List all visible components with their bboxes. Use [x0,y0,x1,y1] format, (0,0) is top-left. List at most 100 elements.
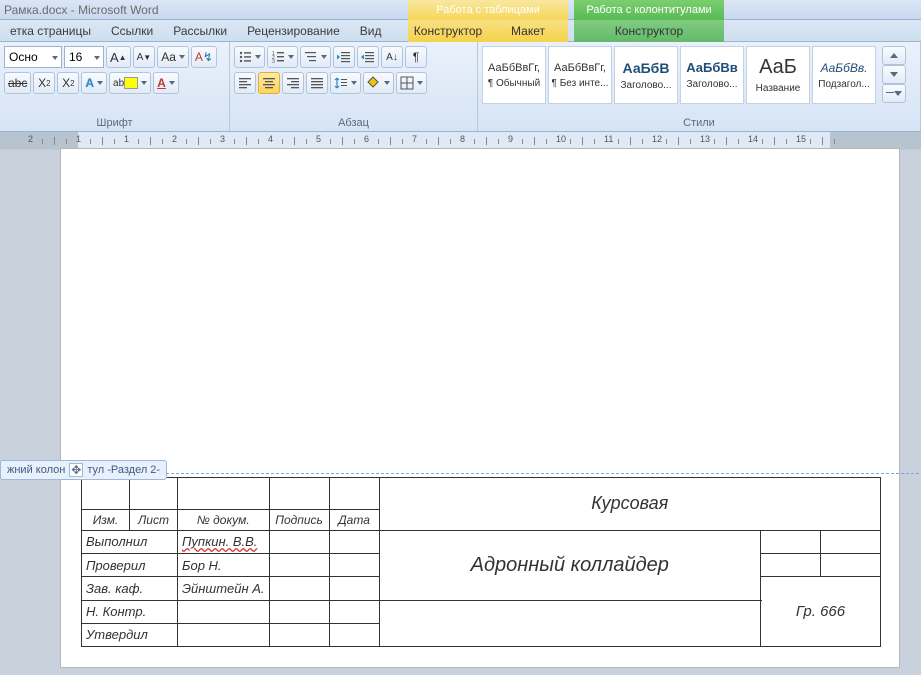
style-name: Заголово... [615,80,677,91]
font-name-combo[interactable]: Осно [4,46,62,68]
ruler-number: 3 [220,134,225,144]
doc-type-cell[interactable]: Курсовая [379,478,880,531]
footer-section-tag[interactable]: жний колон ✥ тул -Раздел 2- [0,460,167,480]
align-left-button[interactable] [234,72,256,94]
name-cell[interactable] [178,623,270,646]
styles-gallery[interactable]: АаБбВвГг, ¶ ОбычныйАаБбВвГг,¶ Без инте...… [482,46,876,104]
context-title-table: Работа с таблицами [408,0,568,20]
style-sample: АаБбВвГг, [554,62,606,74]
ruler-number: 2 [172,134,177,144]
style-sample: АаБбВв [686,60,738,75]
style-sample: АаБбВвГг, [488,62,540,74]
borders-button[interactable] [396,72,427,94]
role-cell[interactable]: Н. Контр. [82,600,178,623]
header-list: Лист [130,509,178,530]
tab-hf-design[interactable]: Конструктор [574,20,724,42]
group-paragraph: 123 A↓ ¶ Абзац [230,42,478,131]
ruler-number: 10 [556,134,566,144]
style-name: ¶ Обычный [483,78,545,89]
role-cell[interactable]: Выполнил [82,530,178,553]
tab-table-layout[interactable]: Макет [488,20,568,42]
style-item[interactable]: АаБ Название [746,46,810,104]
ruler-number: 12 [652,134,662,144]
page[interactable]: Курсовая Изм. Лист № докум. Подпись Дата… [60,148,900,668]
ruler-number: 7 [412,134,417,144]
group-font: Осно 16 A▲ A▼ Aa A↯ abc X2 X2 A ab A Шри… [0,42,230,131]
ruler-number: 2 [28,134,33,144]
style-item[interactable]: АаБбВЗаголово... [614,46,678,104]
style-item[interactable]: АаБбВвГг, ¶ Обычный [482,46,546,104]
role-cell[interactable]: Зав. каф. [82,577,178,600]
ruler-number: 13 [700,134,710,144]
name-cell[interactable]: Бор Н. [178,554,270,577]
tab-references[interactable]: Ссылки [101,20,163,41]
justify-button[interactable] [306,72,328,94]
role-cell[interactable]: Проверил [82,554,178,577]
tab-mailings[interactable]: Рассылки [163,20,237,41]
name-cell[interactable]: Эйнштейн А. [178,577,270,600]
name-cell[interactable] [178,600,270,623]
footer-tag-text-right: тул -Раздел 2- [87,464,160,476]
text-effects-button[interactable]: A [81,72,107,94]
clear-formatting-button[interactable]: A↯ [191,46,217,68]
style-item[interactable]: АаБбВвГг,¶ Без инте... [548,46,612,104]
ruler-number: 9 [508,134,513,144]
ruler-number: 6 [364,134,369,144]
ruler-number: 1 [124,134,129,144]
group-label-font: Шрифт [4,115,225,131]
style-sample: АаБ [759,56,797,79]
footer-boundary [71,473,921,474]
highlight-button[interactable]: ab [109,72,151,94]
title-block-table[interactable]: Курсовая Изм. Лист № докум. Подпись Дата… [81,477,881,647]
ribbon-tabs: етка страницы Ссылки Рассылки Рецензиров… [0,20,921,42]
grow-font-button[interactable]: A▲ [106,46,131,68]
footer-tag-text-left: жний колон [7,464,65,476]
font-size-combo[interactable]: 16 [64,46,104,68]
shading-button[interactable] [363,72,394,94]
ruler-number: 15 [796,134,806,144]
style-item[interactable]: АаБбВвЗаголово... [680,46,744,104]
tab-table-design[interactable]: Конструктор [408,20,488,42]
group-styles: АаБбВвГг, ¶ ОбычныйАаБбВвГг,¶ Без инте...… [478,42,921,131]
change-case-button[interactable]: Aa [157,46,189,68]
context-group-table-tools: Работа с таблицами Конструктор Макет [408,0,568,42]
numbering-button[interactable]: 123 [267,46,298,68]
name-cell[interactable]: Пупкин. В.В. [182,534,257,549]
show-hide-button[interactable]: ¶ [405,46,427,68]
tab-page-layout[interactable]: етка страницы [0,20,101,41]
ruler-number: 1 [76,134,81,144]
tab-review[interactable]: Рецензирование [237,20,350,41]
gallery-more-button[interactable] [882,84,906,103]
group-label-paragraph: Абзац [234,115,473,131]
style-name: Подзагол... [813,79,875,90]
ruler-number: 14 [748,134,758,144]
line-spacing-button[interactable] [330,72,361,94]
strike-button[interactable]: abc [4,72,31,94]
header-date: Дата [329,509,379,530]
decrease-indent-button[interactable] [333,46,355,68]
group-cell[interactable]: Гр. 666 [761,577,881,647]
superscript-button[interactable]: X2 [57,72,79,94]
subscript-button[interactable]: X2 [33,72,55,94]
increase-indent-button[interactable] [357,46,379,68]
document-area: Курсовая Изм. Лист № докум. Подпись Дата… [0,150,921,675]
table-move-handle[interactable]: ✥ [69,463,83,477]
shrink-font-button[interactable]: A▼ [133,46,156,68]
gallery-down-button[interactable] [882,65,906,84]
ruler-number: 8 [460,134,465,144]
bullets-button[interactable] [234,46,265,68]
font-color-button[interactable]: A [153,72,179,94]
align-right-button[interactable] [282,72,304,94]
align-center-button[interactable] [258,72,280,94]
style-item[interactable]: АаБбВв.Подзагол... [812,46,876,104]
role-cell[interactable]: Утвердил [82,623,178,646]
title-cell[interactable]: Адронный коллайдер [379,530,760,600]
header-doc: № докум. [178,509,270,530]
multilevel-button[interactable] [300,46,331,68]
style-name: Название [747,83,809,94]
svg-text:3: 3 [272,59,275,64]
ruler-number: 4 [268,134,273,144]
tab-view[interactable]: Вид [350,20,392,41]
gallery-up-button[interactable] [882,46,906,65]
sort-button[interactable]: A↓ [381,46,403,68]
